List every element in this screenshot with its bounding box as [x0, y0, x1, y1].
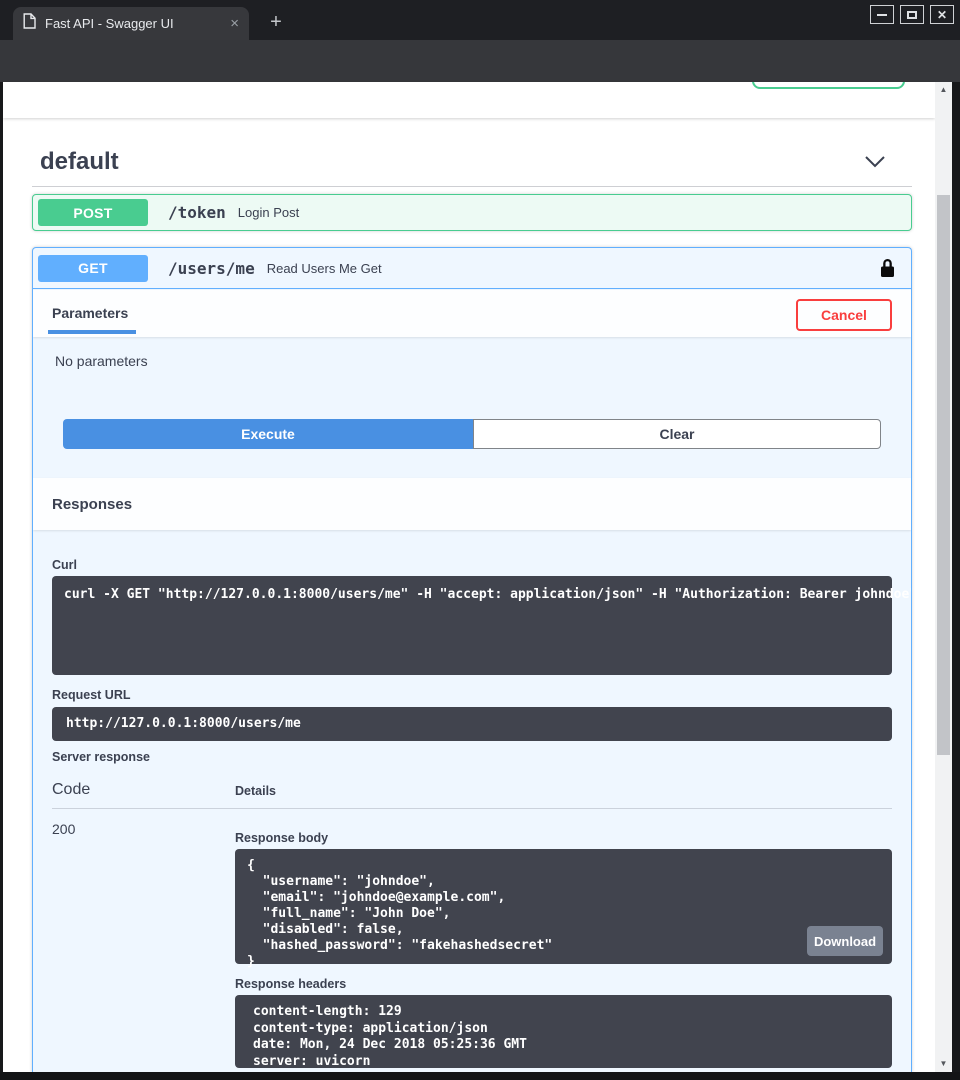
curl-command: curl -X GET "http://127.0.0.1:8000/users…: [64, 587, 880, 603]
window-border-left: [0, 82, 3, 1080]
tab-bar: Fast API - Swagger UI × + ✕: [0, 0, 960, 40]
request-url-label: Request URL: [52, 688, 130, 702]
minimize-button[interactable]: [870, 5, 894, 24]
request-url: http://127.0.0.1:8000/users/me: [66, 716, 301, 732]
opblock-get-users-me: GET /users/me Read Users Me Get Paramete…: [32, 247, 912, 1072]
scrollbar-thumb[interactable]: [937, 195, 950, 755]
parameters-tab-header: Parameters Cancel: [33, 290, 911, 337]
responses-heading: Responses: [52, 496, 132, 513]
scrollbar-track[interactable]: ▲ ▼: [935, 82, 952, 1072]
opblock-path: /token: [168, 203, 226, 222]
response-headers: content-length: 129 content-type: applic…: [253, 1004, 874, 1068]
window-controls: ✕: [870, 5, 954, 24]
curl-label: Curl: [52, 558, 77, 572]
window-border-right: [952, 82, 960, 1080]
response-body-label: Response body: [235, 831, 328, 845]
details-column-header: Details: [235, 784, 276, 798]
response-headers-block: content-length: 129 content-type: applic…: [235, 995, 892, 1068]
post-method-badge: POST: [38, 199, 148, 226]
get-method-badge: GET: [38, 255, 148, 282]
tab-title: Fast API - Swagger UI: [45, 16, 221, 31]
response-body: { "username": "johndoe", "email": "johnd…: [247, 858, 880, 970]
table-divider: [52, 808, 892, 809]
tag-heading[interactable]: default: [40, 148, 119, 176]
opblock-summary[interactable]: GET /users/me Read Users Me Get: [33, 248, 911, 289]
minimize-icon: [877, 14, 887, 16]
download-button[interactable]: Download: [807, 926, 883, 956]
code-column-header: Code: [52, 781, 90, 799]
close-button[interactable]: ✕: [930, 5, 954, 24]
opblock-path: /users/me: [168, 259, 255, 278]
tab-close-icon[interactable]: ×: [230, 16, 239, 31]
scroll-up-icon[interactable]: ▲: [935, 85, 952, 94]
browser-tab[interactable]: Fast API - Swagger UI ×: [13, 7, 249, 40]
no-parameters-text: No parameters: [55, 353, 148, 369]
browser-toolbar: ← → ↻ ⓘ 127.0.0.1:8000/docs ☆ ⋮: [0, 40, 960, 82]
responses-header: Responses: [33, 478, 911, 530]
tag-divider: [32, 186, 912, 187]
tab-parameters[interactable]: Parameters: [52, 305, 128, 321]
opblock-summary-text: Read Users Me Get: [267, 261, 382, 276]
maximize-button[interactable]: [900, 5, 924, 24]
opblock-post-token[interactable]: POST /token Login Post: [32, 194, 912, 231]
new-tab-button[interactable]: +: [263, 10, 289, 36]
response-headers-label: Response headers: [235, 977, 346, 991]
server-response-label: Server response: [52, 750, 150, 764]
execute-button[interactable]: Execute: [63, 419, 473, 449]
cancel-button[interactable]: Cancel: [796, 299, 892, 331]
opblock-summary-text: Login Post: [238, 205, 299, 220]
chevron-down-icon[interactable]: [864, 155, 886, 173]
scheme-container: [3, 82, 935, 118]
authorize-button[interactable]: [752, 82, 905, 89]
scroll-down-icon[interactable]: ▼: [935, 1059, 952, 1068]
close-icon: ✕: [937, 9, 947, 21]
lock-icon[interactable]: [880, 258, 895, 283]
maximize-icon: [907, 11, 917, 19]
response-body-block: { "username": "johndoe", "email": "johnd…: [235, 849, 892, 964]
curl-command-block: curl -X GET "http://127.0.0.1:8000/users…: [52, 576, 892, 675]
window-border-bottom: [0, 1072, 960, 1080]
clear-button[interactable]: Clear: [473, 419, 881, 449]
active-tab-underline: [48, 330, 136, 334]
opblock-summary: POST /token Login Post: [33, 195, 911, 230]
status-code: 200: [52, 821, 75, 837]
page-favicon-icon: [23, 13, 36, 34]
request-url-block: http://127.0.0.1:8000/users/me: [52, 707, 892, 741]
